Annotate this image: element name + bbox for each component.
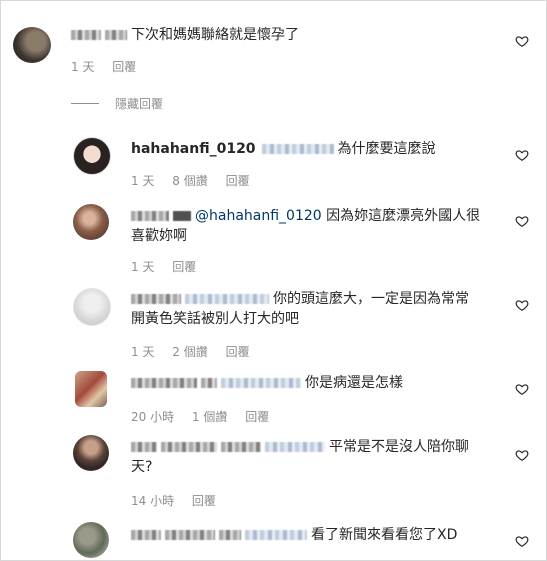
comment-text: 看了新聞來看看您了XD xyxy=(131,525,457,545)
timestamp: 1 天 xyxy=(131,260,155,274)
blurred-username xyxy=(131,294,181,304)
timestamp: 20 小時 xyxy=(131,410,175,424)
reply-button[interactable]: 回覆 xyxy=(226,174,250,188)
heart-icon[interactable] xyxy=(515,448,529,462)
heart-icon[interactable] xyxy=(515,382,529,396)
avatar[interactable] xyxy=(73,435,109,471)
comment-meta: 1 天 回覆 xyxy=(71,59,150,75)
reply-button[interactable]: 回覆 xyxy=(112,60,136,74)
comment-meta: 1 天 回覆 xyxy=(131,259,210,275)
comment-meta: 20 小時 1 個讚 回覆 xyxy=(131,409,283,425)
blurred-username xyxy=(131,530,161,540)
comment-text: 你的頭這麼大，一定是因為常常 開黃色笑話被別人打大的吧 xyxy=(131,291,469,327)
hide-replies-button[interactable]: 隱藏回覆 xyxy=(71,95,163,112)
comment-meta: 14 小時 回覆 xyxy=(131,493,230,509)
avatar[interactable] xyxy=(73,137,111,175)
blurred-username xyxy=(165,530,215,540)
heart-icon[interactable] xyxy=(515,34,529,48)
timestamp: 1 天 xyxy=(71,60,95,74)
blurred-username xyxy=(131,211,169,221)
reply-button[interactable]: 回覆 xyxy=(192,494,216,508)
blurred-username xyxy=(265,442,325,452)
comment-meta: 1 天 8 個讚 回覆 xyxy=(131,173,264,189)
comment-meta: 1 天 2 個讚 回覆 xyxy=(131,344,264,360)
blurred-username xyxy=(161,442,217,452)
like-count[interactable]: 1 個讚 xyxy=(192,410,227,424)
username[interactable]: hahahanfi_0120 xyxy=(131,141,256,157)
blurred-username xyxy=(201,378,217,388)
like-count[interactable]: 8 個讚 xyxy=(172,174,207,188)
comment-text: 下次和媽媽聯絡就是懷孕了 xyxy=(71,25,299,45)
heart-icon[interactable] xyxy=(515,148,529,162)
reply-button[interactable]: 回覆 xyxy=(172,260,196,274)
blurred-username xyxy=(71,30,101,40)
comment-text: hahahanfi_0120 為什麼要這麼說 xyxy=(131,141,436,157)
reply-button[interactable]: 回覆 xyxy=(245,410,269,424)
blurred-username xyxy=(221,442,261,452)
timestamp: 1 天 xyxy=(131,174,155,188)
timestamp: 14 小時 xyxy=(131,494,175,508)
heart-icon[interactable] xyxy=(515,534,529,548)
divider xyxy=(71,103,99,104)
reply-button[interactable]: 回覆 xyxy=(226,345,250,359)
blurred-username xyxy=(173,211,191,221)
blurred-username xyxy=(245,530,307,540)
avatar[interactable] xyxy=(73,204,109,240)
blurred-username xyxy=(221,378,301,388)
comment-text: 平常是不是沒人陪你聊 天? xyxy=(131,439,469,475)
blurred-username xyxy=(185,294,269,304)
blurred-username xyxy=(131,378,197,388)
mention-link[interactable]: @hahahanfi_0120 xyxy=(195,208,322,224)
heart-icon[interactable] xyxy=(515,298,529,312)
timestamp: 1 天 xyxy=(131,345,155,359)
comment-text: 你是病還是怎樣 xyxy=(131,373,403,393)
blurred-username xyxy=(105,30,127,40)
blurred-mention xyxy=(261,144,334,154)
avatar[interactable] xyxy=(13,27,51,63)
avatar[interactable] xyxy=(73,522,109,558)
avatar[interactable] xyxy=(75,371,107,407)
heart-icon[interactable] xyxy=(515,214,529,228)
blurred-username xyxy=(219,530,241,540)
comment-text: @hahahanfi_0120 因為妳這麼漂亮外國人很 喜歡妳啊 xyxy=(131,208,481,244)
avatar[interactable] xyxy=(73,288,111,326)
like-count[interactable]: 2 個讚 xyxy=(172,345,207,359)
blurred-username xyxy=(131,442,157,452)
